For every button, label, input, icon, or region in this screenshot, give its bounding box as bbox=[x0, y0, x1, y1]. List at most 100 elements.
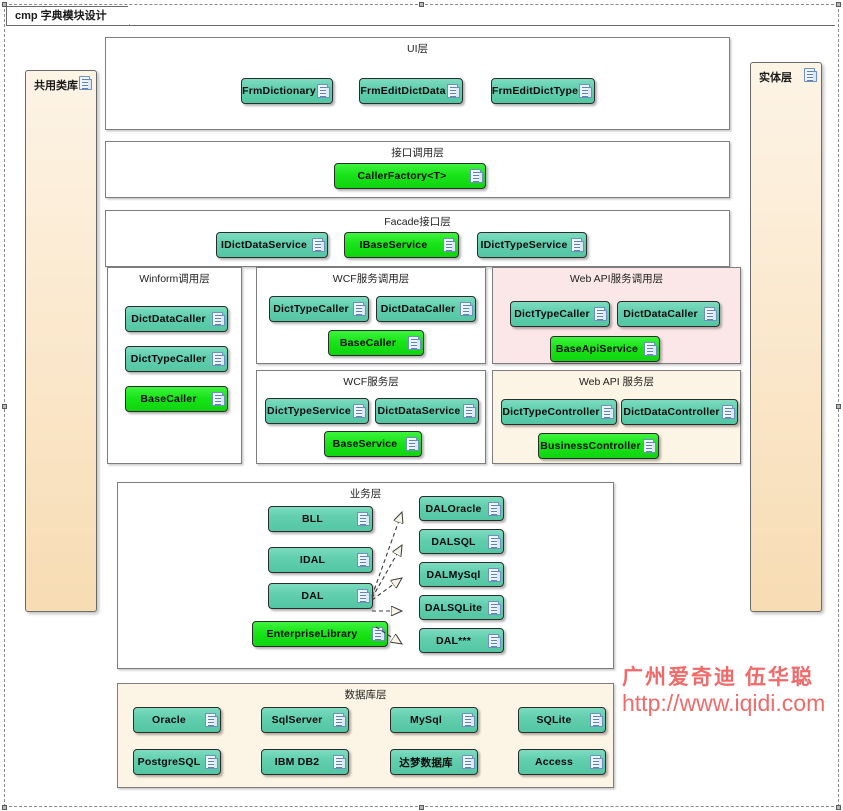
document-icon bbox=[488, 501, 501, 516]
selection-handle-se[interactable] bbox=[836, 805, 841, 810]
group-webapi-service-layer[interactable]: Web API 服务层 DictTypeController DictDataC… bbox=[492, 370, 741, 464]
node-label: DAL bbox=[301, 590, 324, 602]
node-access[interactable]: Access bbox=[518, 749, 606, 775]
node-label: BaseCaller bbox=[140, 393, 197, 405]
document-icon bbox=[460, 302, 473, 316]
node-basecaller-wcf[interactable]: BaseCaller bbox=[328, 330, 424, 356]
node-enterpriselibrary[interactable]: EnterpriseLibrary bbox=[252, 621, 388, 647]
document-icon bbox=[722, 405, 735, 419]
node-label: BaseCaller bbox=[339, 337, 397, 349]
node-label: DictTypeCaller bbox=[514, 308, 590, 320]
group-title: Winform调用层 bbox=[139, 273, 210, 285]
node-sqlite[interactable]: SQLite bbox=[518, 707, 606, 733]
node-idicttypeservice[interactable]: IDictTypeService bbox=[477, 232, 587, 258]
node-label: DALOracle bbox=[425, 502, 482, 515]
node-daloracle[interactable]: DALOracle bbox=[419, 496, 504, 521]
group-facade-layer[interactable]: Facade接口层 IDictDataService IBaseService … bbox=[105, 210, 730, 267]
node-label: Access bbox=[535, 756, 573, 768]
node-postgresql[interactable]: PostgreSQL bbox=[133, 749, 221, 775]
node-label: BusinessController bbox=[540, 440, 641, 452]
node-label: DictDataService bbox=[377, 405, 461, 417]
node-callerfactory[interactable]: CallerFactory<T> bbox=[334, 163, 486, 189]
group-title: 业务层 bbox=[349, 488, 382, 500]
node-dicttypecaller-winform[interactable]: DictTypeCaller bbox=[125, 346, 228, 372]
node-basecaller-winform[interactable]: BaseCaller bbox=[125, 386, 228, 412]
side-package-common-library[interactable]: 共用类库 bbox=[25, 70, 97, 612]
document-icon bbox=[205, 755, 218, 769]
selection-handle-w[interactable] bbox=[2, 404, 7, 409]
selection-handle-n[interactable] bbox=[419, 2, 424, 7]
document-icon bbox=[579, 84, 592, 98]
node-dalsqlite[interactable]: DALSQLite bbox=[419, 595, 504, 620]
group-ui-layer[interactable]: UI层 FrmDictionary FrmEditDictData FrmEdi… bbox=[105, 37, 730, 130]
document-icon bbox=[644, 342, 657, 356]
node-frmdictionary[interactable]: FrmDictionary bbox=[241, 78, 333, 104]
node-label: IDAL bbox=[299, 554, 326, 566]
group-database-layer[interactable]: 数据库层 Oracle SqlServer MySql SQLite Postg… bbox=[117, 683, 614, 788]
node-dalsql[interactable]: DALSQL bbox=[419, 529, 504, 554]
selection-handle-e[interactable] bbox=[836, 404, 841, 409]
node-label: MySql bbox=[410, 714, 442, 726]
node-sqlserver[interactable]: SqlServer bbox=[261, 707, 349, 733]
group-winform-caller-layer[interactable]: Winform调用层 DictDataCaller DictTypeCaller… bbox=[107, 267, 242, 464]
selection-handle-sw[interactable] bbox=[2, 805, 7, 810]
document-icon bbox=[212, 392, 225, 406]
node-dalmysql[interactable]: DALMySql bbox=[419, 562, 504, 587]
document-icon bbox=[462, 713, 475, 727]
document-icon bbox=[590, 713, 603, 727]
node-label: BaseService bbox=[332, 438, 398, 450]
node-ibmdb2[interactable]: IBM DB2 bbox=[261, 749, 349, 775]
document-icon bbox=[406, 437, 419, 451]
side-package-entity-layer[interactable]: 实体层 bbox=[750, 62, 822, 612]
node-frmeditdicttype[interactable]: FrmEditDictType bbox=[491, 78, 595, 104]
node-dictdatacaller-webapi[interactable]: DictDataCaller bbox=[617, 301, 720, 327]
node-dal[interactable]: DAL bbox=[268, 583, 373, 609]
node-dictdatacaller-winform[interactable]: DictDataCaller bbox=[125, 306, 228, 332]
node-dictdatacontroller[interactable]: DictDataController bbox=[621, 399, 738, 425]
node-idal[interactable]: IDAL bbox=[268, 547, 373, 573]
document-icon bbox=[312, 238, 325, 252]
node-oracle[interactable]: Oracle bbox=[133, 707, 221, 733]
document-icon bbox=[447, 84, 460, 98]
document-icon bbox=[357, 512, 370, 526]
node-ibaseservice[interactable]: IBaseService bbox=[344, 232, 459, 258]
node-dictdataservice-wcf[interactable]: DictDataService bbox=[375, 398, 479, 424]
uml-component-diagram: cmp 字典模块设计 共用类库 实体层 UI层 FrmDictionary Fr… bbox=[0, 0, 843, 811]
node-label: DALSQL bbox=[431, 535, 476, 548]
document-icon bbox=[79, 76, 92, 90]
watermark-url: http://www.iqidi.com bbox=[622, 690, 826, 716]
group-title: 数据库层 bbox=[344, 689, 387, 701]
document-icon bbox=[353, 404, 366, 418]
node-mysql[interactable]: MySql bbox=[390, 707, 478, 733]
selection-handle-s[interactable] bbox=[419, 805, 424, 810]
node-dal-other[interactable]: DAL*** bbox=[419, 628, 504, 653]
node-bll[interactable]: BLL bbox=[268, 506, 373, 532]
node-dictdatacaller-wcf[interactable]: DictDataCaller bbox=[376, 296, 476, 322]
document-icon bbox=[357, 553, 370, 567]
group-wcf-caller-layer[interactable]: WCF服务调用层 DictTypeCaller DictDataCaller B… bbox=[256, 267, 486, 364]
group-title: WCF服务层 bbox=[343, 376, 399, 388]
node-dicttypecaller-webapi[interactable]: DictTypeCaller bbox=[510, 301, 610, 327]
node-label: SQLite bbox=[536, 714, 572, 726]
group-title: WCF服务调用层 bbox=[332, 273, 410, 285]
node-dicttypecontroller[interactable]: DictTypeController bbox=[501, 399, 617, 425]
group-webapi-caller-layer[interactable]: Web API服务调用层 DictTypeCaller DictDataCall… bbox=[492, 267, 741, 364]
selection-handle-ne[interactable] bbox=[836, 2, 841, 7]
node-dicttypeservice-wcf[interactable]: DictTypeService bbox=[265, 398, 369, 424]
node-label: 达梦数据库 bbox=[399, 756, 453, 769]
group-interface-caller-layer[interactable]: 接口调用层 CallerFactory<T> bbox=[105, 141, 730, 198]
node-idictdataservice[interactable]: IDictDataService bbox=[216, 232, 328, 258]
node-label: IBaseService bbox=[359, 239, 428, 251]
node-dicttypecaller-wcf[interactable]: DictTypeCaller bbox=[269, 296, 369, 322]
node-frmeditdictdata[interactable]: FrmEditDictData bbox=[359, 78, 463, 104]
document-icon bbox=[488, 633, 501, 648]
node-businesscontroller[interactable]: BusinessController bbox=[538, 433, 659, 459]
document-icon bbox=[443, 238, 456, 252]
node-baseapiservice[interactable]: BaseApiService bbox=[550, 336, 660, 362]
group-business-layer[interactable]: 业务层 BLL IDAL DAL EnterpriseLibrary DALOr… bbox=[117, 482, 614, 669]
node-baseservice-wcf[interactable]: BaseService bbox=[324, 431, 422, 457]
node-label: EnterpriseLibrary bbox=[266, 628, 358, 640]
document-icon bbox=[212, 352, 225, 366]
node-dameng[interactable]: 达梦数据库 bbox=[390, 749, 478, 775]
group-wcf-service-layer[interactable]: WCF服务层 DictTypeService DictDataService B… bbox=[256, 370, 486, 464]
